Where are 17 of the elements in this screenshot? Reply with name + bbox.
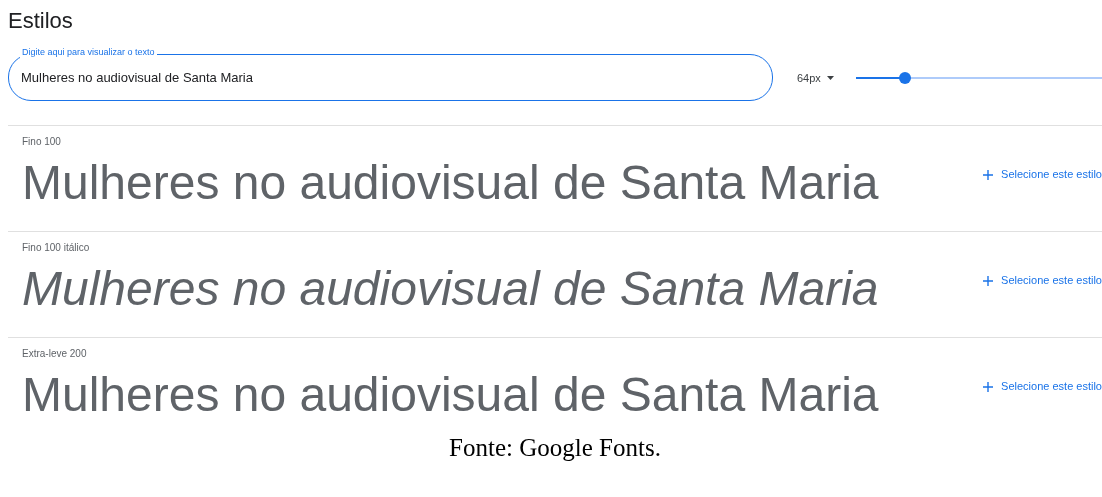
- figure-caption: Fonte: Google Fonts.: [448, 435, 662, 461]
- caret-icon: [826, 75, 834, 80]
- plus-icon: [983, 275, 994, 286]
- select-style-button[interactable]: Selecione este estilo: [983, 378, 1102, 395]
- plus-icon: [983, 169, 994, 180]
- page-heading: Estilos: [8, 8, 74, 35]
- style-name: Fino 100: [22, 135, 62, 150]
- slider-thumb[interactable]: [899, 71, 912, 84]
- font-preview-text: Mulheres no audiovisual de Santa Maria: [22, 261, 880, 317]
- style-name: Fino 100 itálico: [22, 241, 91, 256]
- font-preview-text: Mulheres no audiovisual de Santa Maria: [22, 367, 880, 423]
- select-style-button[interactable]: Selecione este estilo: [983, 272, 1102, 289]
- size-dropdown[interactable]: 64px: [797, 69, 834, 87]
- plus-icon: [983, 381, 994, 392]
- style-name: Extra-leve 200: [22, 347, 88, 362]
- font-preview-text: Mulheres no audiovisual de Santa Maria: [22, 155, 880, 211]
- select-style-button[interactable]: Selecione este estilo: [983, 166, 1102, 183]
